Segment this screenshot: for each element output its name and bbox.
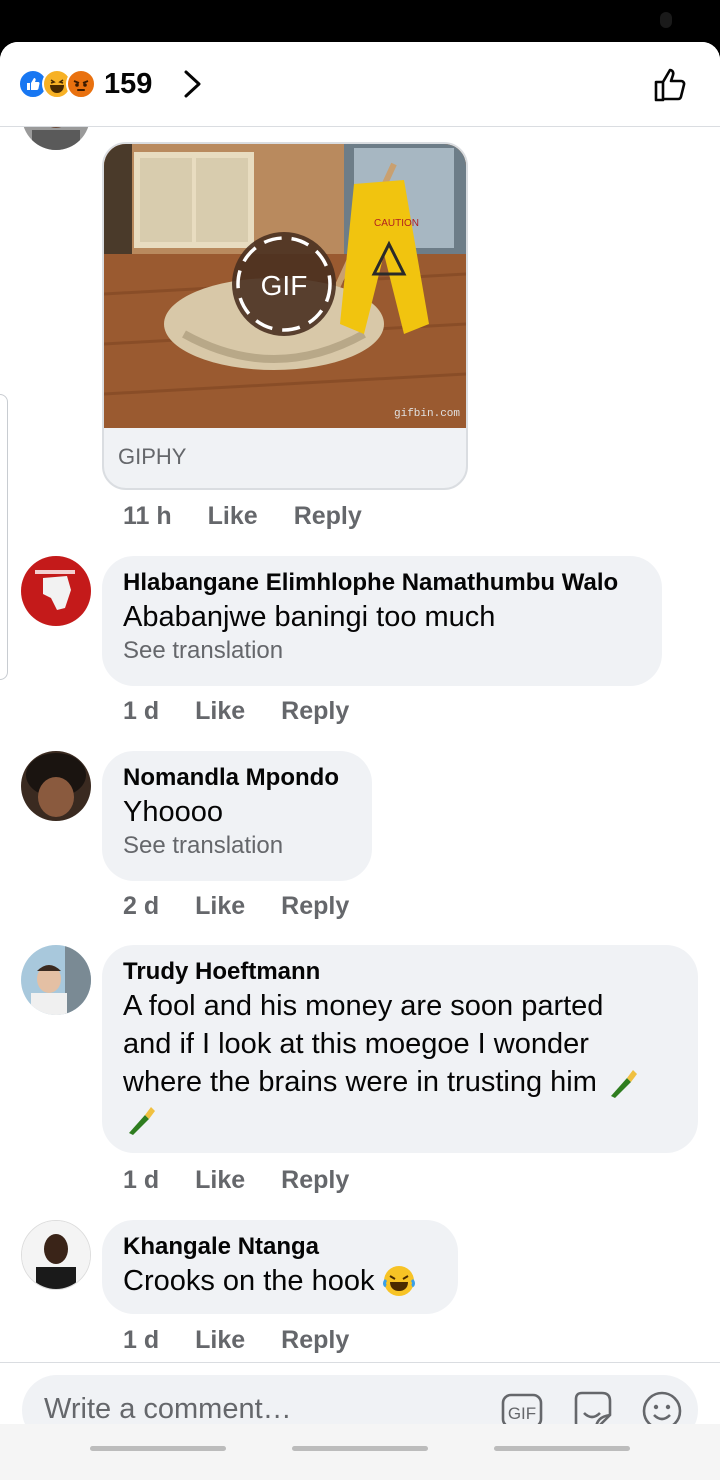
comment-text-row (123, 1101, 677, 1139)
comment-author[interactable]: Khangale Ntanga (123, 1232, 437, 1262)
comment-actions: 1 d Like Reply (123, 1166, 349, 1195)
comment-actions: 1 d Like Reply (123, 697, 349, 726)
comment-time: 2 d (123, 892, 160, 920)
gif-icon-label: GIF (508, 1404, 536, 1423)
comment-author[interactable]: Trudy Hoeftmann (123, 957, 677, 987)
comment-text: Crooks on the hook (123, 1265, 375, 1297)
reaction-count: 159 (104, 67, 153, 100)
comment-time: 11 h (123, 502, 172, 530)
avatar[interactable] (21, 556, 91, 626)
thumbs-up-icon[interactable] (652, 64, 694, 106)
comment-actions: 11 h Like Reply (123, 502, 362, 531)
avatar[interactable] (21, 945, 91, 1015)
comment-text-row: Crooks on the hook (123, 1262, 437, 1300)
like-button[interactable]: Like (195, 697, 245, 726)
side-panel-edge (0, 394, 8, 680)
comment-text-line: A fool and his money are soon parted (123, 990, 604, 1022)
nav-back-button[interactable] (494, 1446, 630, 1451)
system-nav-bar (0, 1424, 720, 1480)
chevron-right-icon[interactable] (178, 68, 208, 100)
comment-author[interactable]: Nomandla Mpondo (123, 763, 351, 793)
status-bar-camera (660, 12, 672, 28)
gif-badge: GIF (261, 270, 308, 301)
comment-bubble[interactable]: Khangale Ntanga Crooks on the hook (102, 1220, 458, 1314)
header-overlay: 159 (0, 42, 720, 126)
like-button[interactable]: Like (195, 1166, 245, 1195)
comment-actions: 1 d Like Reply (123, 1326, 349, 1355)
comment-bubble[interactable]: Hlabangane Elimhlophe Namathumbu Walo Ab… (102, 556, 662, 686)
reply-button[interactable]: Reply (281, 1166, 349, 1195)
caution-sign-text: CAUTION (374, 218, 419, 229)
comment-time: 1 d (123, 1166, 160, 1194)
comment-text-line: where the brains were in trusting him (123, 1066, 597, 1098)
nav-recents-button[interactable] (90, 1446, 226, 1451)
comments-sheet: 159 159 (0, 42, 720, 1480)
reply-button[interactable]: Reply (281, 1326, 349, 1355)
like-button[interactable]: Like (195, 892, 245, 921)
comment-bubble[interactable]: Nomandla Mpondo Yhoooo See translation (102, 751, 372, 881)
comment-time: 1 d (123, 1326, 160, 1354)
comment-text-row: where the brains were in trusting him (123, 1063, 677, 1101)
nav-home-button[interactable] (292, 1446, 428, 1451)
gif-attachment[interactable]: CAUTION gifbin.com GIF GIPHY (102, 142, 468, 490)
reply-button[interactable]: Reply (294, 502, 362, 531)
gif-watermark: gifbin.com (394, 408, 460, 420)
reply-button[interactable]: Reply (281, 892, 349, 921)
like-button[interactable]: Like (195, 1326, 245, 1355)
champagne-bottle-icon (129, 1107, 155, 1135)
champagne-bottle-icon (610, 1070, 637, 1098)
comment-author[interactable]: Hlabangane Elimhlophe Namathumbu Walo (123, 568, 641, 598)
comment-text: Ababanjwe baningi too much (123, 601, 496, 633)
angry-reaction-icon (66, 69, 96, 99)
see-translation-link[interactable]: See translation (123, 636, 641, 666)
avatar[interactable] (21, 1220, 91, 1290)
like-button[interactable]: Like (208, 502, 258, 531)
laughing-face-icon (383, 1266, 416, 1296)
reply-button[interactable]: Reply (281, 697, 349, 726)
avatar[interactable] (21, 751, 91, 821)
gif-source-label: GIPHY (118, 444, 187, 469)
comment-input[interactable] (44, 1393, 464, 1426)
comment-actions: 2 d Like Reply (123, 892, 349, 921)
see-translation-link[interactable]: See translation (123, 831, 351, 861)
comment-time: 1 d (123, 697, 160, 725)
comment-bubble[interactable]: Trudy Hoeftmann A fool and his money are… (102, 945, 698, 1153)
comment-text-line: and if I look at this moegoe I wonder (123, 1028, 589, 1060)
comment-text: Yhoooo (123, 796, 223, 828)
gif-image[interactable]: CAUTION gifbin.com GIF (104, 144, 466, 428)
